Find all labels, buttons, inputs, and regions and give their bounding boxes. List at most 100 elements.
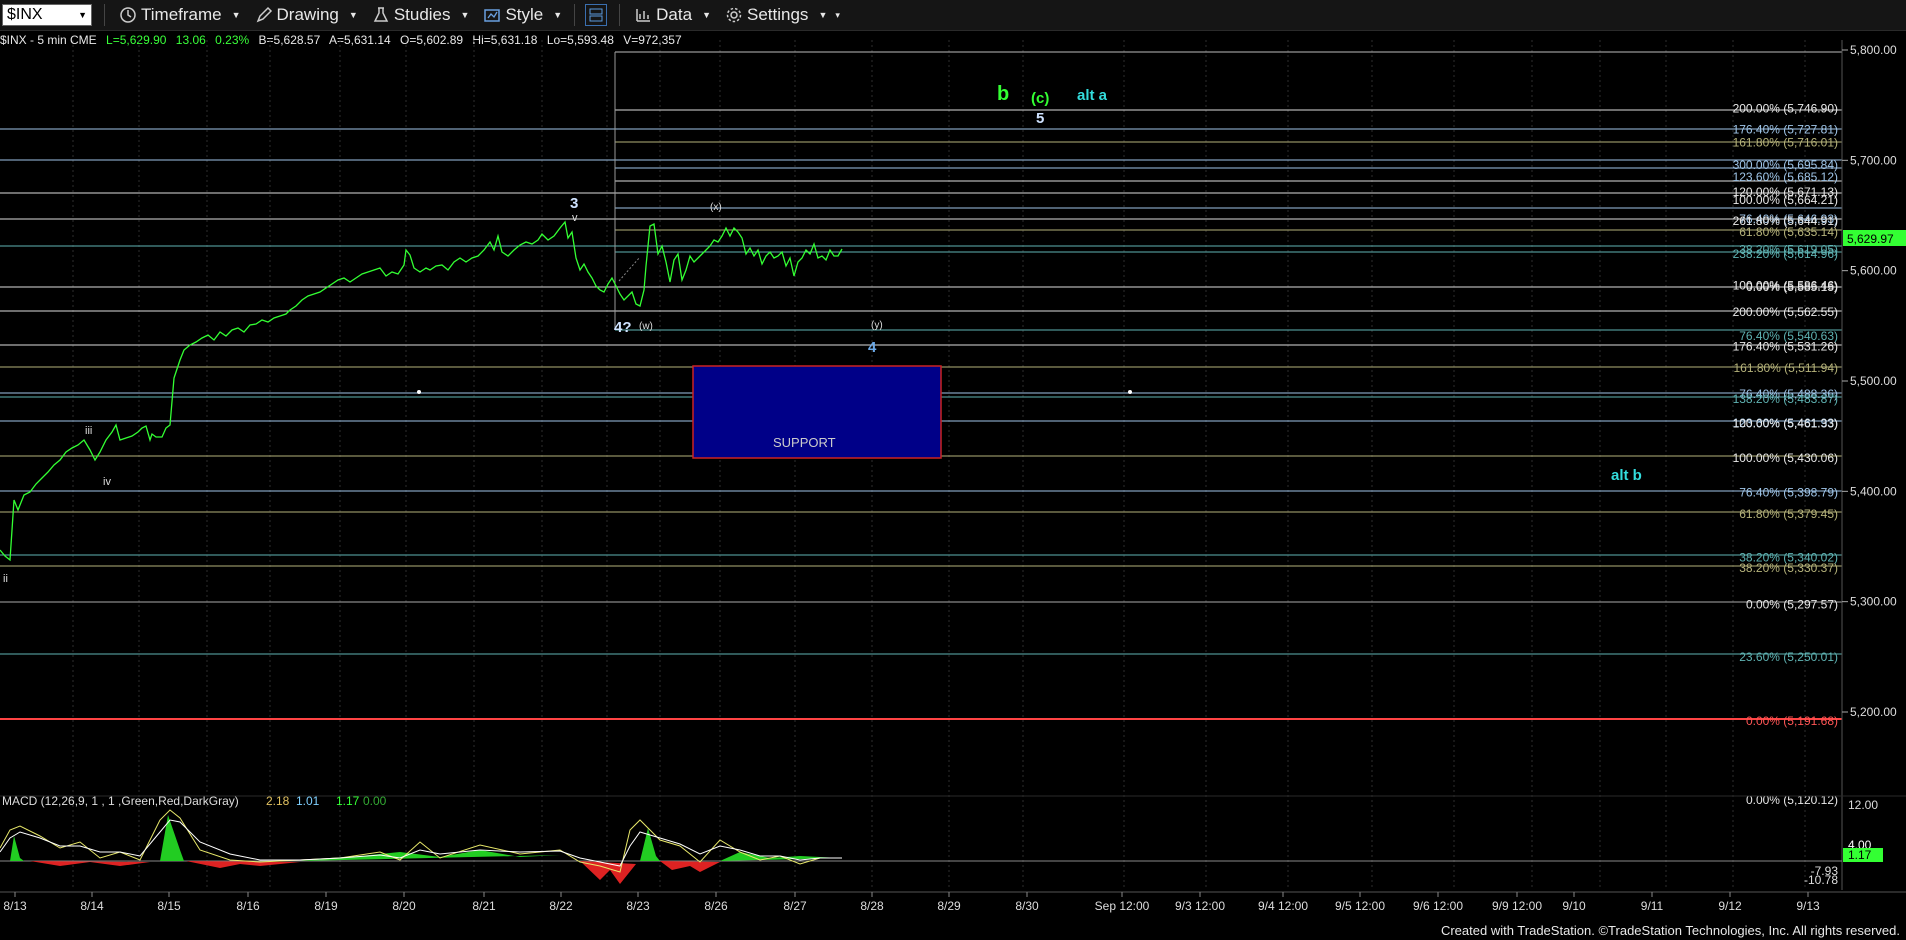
time-axis-label: 9/10	[1562, 899, 1586, 913]
fib-level-label: 23.60% (5,250.01)	[1739, 650, 1838, 664]
time-axis-label: 8/21	[472, 899, 496, 913]
toolbar: $INX ▼ Timeframe ▼ Drawing ▼ Studies ▼ S…	[0, 0, 1906, 31]
drawing-menu[interactable]: Drawing ▼	[255, 5, 358, 25]
time-axis-label: 8/28	[860, 899, 884, 913]
time-axis-label: Sep 12:00	[1095, 899, 1150, 913]
time-axis-label: 9/9 12:00	[1492, 899, 1542, 913]
time-axis-label: 8/16	[236, 899, 260, 913]
price-axis-label: 5,300.00	[1850, 595, 1897, 609]
chevron-down-icon: ▼	[553, 10, 563, 20]
pencil-icon	[256, 6, 272, 23]
wave-label-c: (c)	[1031, 90, 1049, 107]
time-axis-label: 8/30	[1015, 899, 1039, 913]
fib-level-label: 176.40% (5,531.26)	[1733, 340, 1838, 354]
clock-icon	[120, 7, 136, 23]
drawing-label: Drawing	[276, 5, 339, 24]
time-axis-label: 8/20	[392, 899, 416, 913]
macd-histogram-bars	[10, 815, 840, 884]
symbol-value: $INX	[7, 6, 43, 23]
time-axis-label: 9/12	[1718, 899, 1742, 913]
macd-axis-label: -10.78	[1804, 873, 1838, 887]
bar-chart-icon	[636, 9, 651, 22]
layout-icon[interactable]	[585, 4, 608, 26]
fib-level-label: 76.40% (5,398.79)	[1739, 486, 1838, 500]
time-axis-label: 9/6 12:00	[1413, 899, 1463, 913]
wave-label-b: b	[997, 83, 1009, 105]
fib-level-label: 123.60% (5,685.12)	[1733, 170, 1838, 184]
style-menu[interactable]: Style ▼	[483, 5, 562, 25]
fib-level-label: 200.00% (5,746.90)	[1733, 102, 1838, 116]
price-axis-label: 5,800.00	[1850, 43, 1897, 57]
price-axis-label: 5,200.00	[1850, 705, 1897, 719]
fib-level-label: 38.20% (5,330.37)	[1739, 561, 1838, 575]
fib-level-label: 100.00% (5,461.33)	[1733, 417, 1838, 431]
wave-label-4: 4	[868, 339, 877, 356]
studies-label: Studies	[393, 5, 451, 24]
gear-icon	[726, 7, 742, 23]
fib-level-label: 238.20% (5,614.96)	[1733, 247, 1838, 261]
wave-label-v: v	[572, 212, 578, 224]
wave-link	[618, 256, 641, 282]
timeframe-menu[interactable]: Timeframe ▼	[119, 5, 241, 25]
settings-menu[interactable]: Settings ▼ ▾	[725, 5, 840, 25]
timeframe-label: Timeframe	[141, 5, 222, 24]
chevron-down-icon[interactable]: ▼	[78, 10, 87, 20]
footer-credit: Created with TradeStation. ©TradeStation…	[1440, 923, 1900, 938]
fib-level-label: 61.80% (5,379.45)	[1739, 507, 1838, 521]
time-axis-label: 8/14	[80, 899, 104, 913]
fib-level-label: 0.00% (5,191.68)	[1746, 714, 1838, 728]
macd-histogram: 1.17	[336, 794, 360, 808]
wave-label-4q: 4?	[614, 319, 632, 336]
time-axis-label: 9/13	[1796, 899, 1820, 913]
fib-level-label: 100.00% (5,664.21)	[1733, 193, 1838, 207]
fib-level-label: 200.00% (5,562.55)	[1733, 305, 1838, 319]
fib-level-label: 100.00% (5,430.06)	[1733, 451, 1838, 465]
macd-axis-label: 1.17	[1848, 848, 1872, 862]
price-chart[interactable]: SUPPORT b (c) alt a 5 3 v (x) 4? (w) (y)…	[0, 31, 1906, 916]
flask-icon	[373, 7, 389, 22]
studies-menu[interactable]: Studies ▼	[372, 5, 469, 25]
wave-label-alt-a: alt a	[1077, 87, 1108, 104]
fib-level-label: 0.00% (5,120.12)	[1746, 793, 1838, 807]
layout-glyph-icon	[589, 8, 603, 22]
wave-label-ii: ii	[3, 573, 8, 585]
price-axis-label: 5,500.00	[1850, 374, 1897, 388]
toolbar-divider	[619, 4, 621, 26]
fib-level-label: 161.80% (5,511.94)	[1733, 361, 1838, 375]
more-icon[interactable]: ▾	[835, 10, 840, 21]
settings-label: Settings	[747, 5, 809, 24]
fib-level-label: 61.80% (5,635.14)	[1739, 225, 1838, 239]
wave-label-iv: iv	[103, 476, 111, 488]
toolbar-divider	[104, 4, 105, 26]
macd-value: 2.18	[266, 794, 290, 808]
style-label: Style	[505, 5, 544, 24]
wave-label-y: (y)	[871, 320, 883, 331]
wave-label-alt-b: alt b	[1611, 467, 1642, 484]
wave-label-x: (x)	[710, 202, 722, 213]
price-axis-label: 5,700.00	[1850, 153, 1897, 167]
time-axis-label: 8/26	[704, 899, 728, 913]
time-axis-label: 8/27	[783, 899, 807, 913]
macd-signal: 1.01	[296, 794, 320, 808]
time-axis: 8/13 8/14 8/15 8/16 8/19 8/20 8/21 8/22 8/23 8/26…	[3, 892, 1820, 913]
marker-dot	[417, 390, 421, 394]
macd-axis: 12.004.001.17-7.93-10.78	[1804, 798, 1883, 887]
marker-dot	[1128, 390, 1132, 394]
time-axis-label: 8/19	[314, 899, 338, 913]
chevron-down-icon: ▼	[818, 10, 828, 20]
data-menu[interactable]: Data ▼	[634, 5, 711, 25]
time-axis-label: 9/3 12:00	[1175, 899, 1225, 913]
time-axis-label: 8/22	[549, 899, 573, 913]
symbol-input[interactable]: $INX ▼	[2, 4, 92, 26]
support-label: SUPPORT	[773, 435, 836, 450]
wave-label-w: (w)	[639, 321, 653, 332]
fib-level-label: 0.00% (5,297.57)	[1746, 597, 1838, 611]
fib-level-label: 138.20% (5,483.87)	[1733, 392, 1838, 406]
macd-axis-label: 12.00	[1848, 798, 1878, 812]
time-axis-label: 8/29	[937, 899, 961, 913]
macd-zero: 0.00	[363, 794, 387, 808]
toolbar-divider	[574, 4, 576, 26]
fib-level-label: 161.80% (5,716.01)	[1733, 136, 1838, 150]
chevron-down-icon: ▼	[231, 10, 241, 20]
wave-label-3: 3	[570, 195, 578, 212]
